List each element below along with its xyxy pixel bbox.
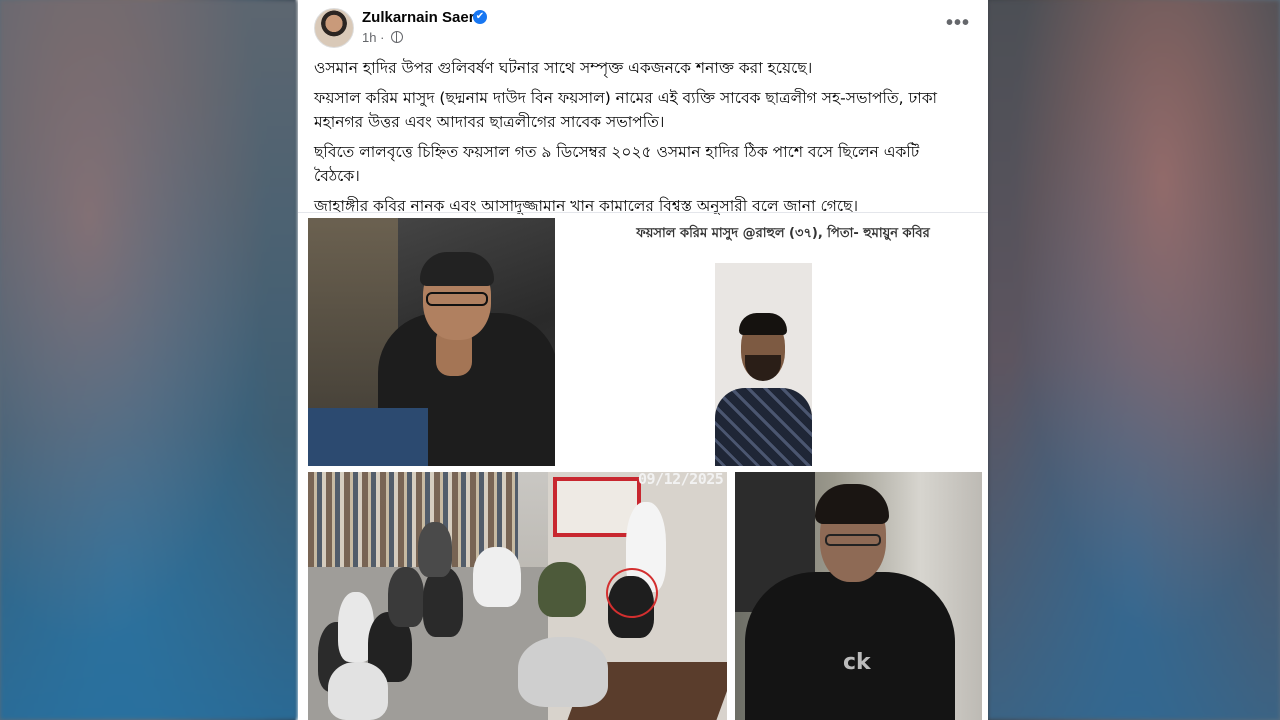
post-meta: 1h · <box>362 30 404 45</box>
beard-shape <box>745 355 781 381</box>
more-options-icon[interactable]: ••• <box>946 12 970 35</box>
id-caption: ফয়সাল করিম মাসুদ @রাহুল (৩৭), পিতা- হুম… <box>636 226 930 241</box>
post-time[interactable]: 1h <box>362 30 376 45</box>
seated-person <box>388 567 424 627</box>
jeans-shape <box>308 408 428 466</box>
glasses-shape <box>426 292 488 306</box>
facebook-post: Zulkarnain Saer ✔ 1h · ••• ওসমান হাদির উ… <box>298 0 988 720</box>
photo-cctv-meeting[interactable]: 09/12/2025 <box>308 472 727 720</box>
cctv-timestamp: 09/12/2025 <box>638 472 724 488</box>
divider <box>298 212 988 213</box>
post-header: Zulkarnain Saer ✔ 1h · ••• <box>298 0 988 56</box>
globe-icon <box>391 31 404 43</box>
shirt-shape <box>715 388 812 466</box>
background-left-blur <box>0 0 298 720</box>
hair-shape <box>420 252 494 286</box>
seated-person <box>418 522 452 577</box>
red-circle-highlight <box>606 568 658 618</box>
post-text: ওসমান হাদির উপর গুলিবর্ষণ ঘটনার সাথে সম্… <box>314 56 964 224</box>
hoodie-logo: ck <box>843 650 871 675</box>
hair-shape <box>815 484 889 524</box>
seated-person <box>538 562 586 617</box>
glasses-shape <box>825 534 881 546</box>
seated-person <box>423 567 463 637</box>
post-paragraph: ফয়সাল করিম মাসুদ (ছদ্মনাম দাউদ বিন ফয়স… <box>314 89 938 131</box>
photo-id-card[interactable]: ফয়সাল করিম মাসুদ @রাহুল (৩৭), পিতা- হুম… <box>565 218 980 466</box>
seated-person <box>328 662 388 720</box>
seated-person <box>473 547 521 607</box>
post-paragraph: ছবিতে লালবৃত্তে চিহ্নিত ফয়সাল গত ৯ ডিসে… <box>314 143 920 185</box>
meta-separator: · <box>380 30 385 45</box>
author-avatar[interactable] <box>314 8 354 48</box>
photo-man-hoodie[interactable]: ck <box>735 472 982 720</box>
hair-shape <box>739 313 787 335</box>
background-right-blur <box>988 0 1280 720</box>
portrait-photo <box>715 263 812 466</box>
post-paragraph: ওসমান হাদির উপর গুলিবর্ষণ ঘটনার সাথে সম্… <box>314 59 813 77</box>
seated-person <box>518 637 608 707</box>
verified-badge-icon: ✔ <box>473 10 487 24</box>
post-paragraph: জাহাঙ্গীর কবির নানক এবং আসাদুজ্জামান খান… <box>314 197 859 215</box>
author-name[interactable]: Zulkarnain Saer <box>362 9 475 26</box>
hoodie-body-shape <box>745 572 955 720</box>
photo-man-seated[interactable] <box>308 218 555 466</box>
